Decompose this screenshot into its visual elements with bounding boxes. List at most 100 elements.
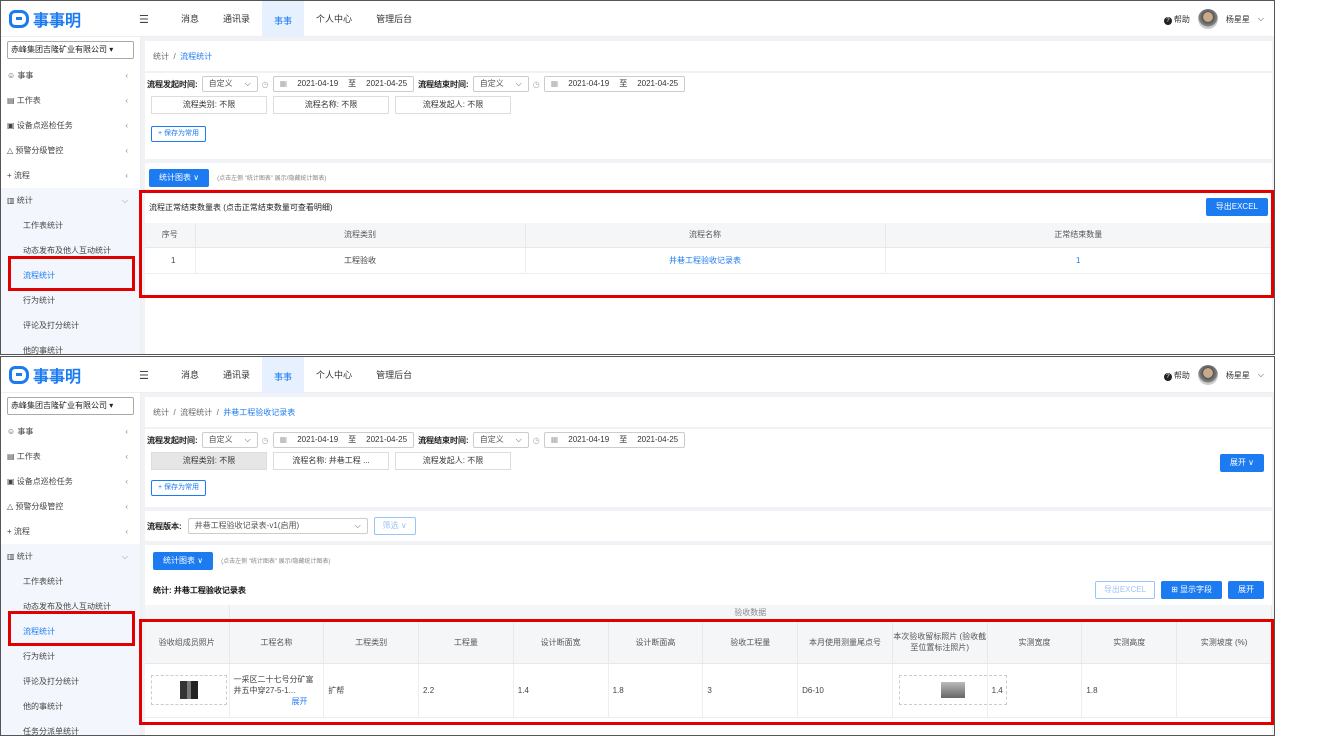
nav-admin[interactable]: 管理后台 [364, 357, 424, 393]
col-header: 实测坡度 (%) [1176, 621, 1272, 664]
cell-process-link[interactable]: 井巷工程验收记录表 [525, 247, 886, 274]
nav-personal[interactable]: 个人中心 [304, 357, 364, 393]
cell-slope [1176, 663, 1272, 718]
stats-hint: (点击左侧 "统计图表" 展示/隐藏统计图表) [221, 559, 331, 565]
cell-count-link[interactable]: 1 [885, 247, 1272, 274]
chip-process-name[interactable]: 流程名称: 井巷工程 ... [273, 452, 389, 470]
sidebar-sub-his-stats[interactable]: 他的事统计 [1, 338, 140, 354]
sidebar-item-warning[interactable]: △ 预警分级管控 ‹ [1, 494, 140, 519]
stats-chart-button[interactable]: 统计图表 ∨ [149, 169, 210, 187]
cell-project-name: 一采区二十七号分矿富井五中穿27-5-1... [233, 674, 314, 695]
logo[interactable]: 事事明 [9, 363, 81, 387]
chip-process-initiator[interactable]: 流程发起人: 不限 [395, 96, 511, 114]
nav-tasks[interactable]: 事事 [262, 1, 305, 37]
sidebar-item-inspection[interactable]: ▣ 设备点巡检任务 ‹ [1, 113, 140, 138]
breadcrumb-item[interactable]: 流程统计 [180, 408, 212, 417]
sidebar-sub-behavior-stats[interactable]: 行为统计 [1, 644, 140, 669]
help-link[interactable]: ? 帮助 [1163, 370, 1190, 381]
breadcrumb-item[interactable]: 统计 [153, 408, 169, 417]
col-header: 工程名称 [229, 621, 325, 664]
sidebar-item-worksheet[interactable]: ▤ 工作表 ‹ [1, 88, 140, 113]
export-excel-button[interactable]: 导出EXCEL [1094, 581, 1156, 599]
sidebar-sub-his-stats[interactable]: 他的事统计 [1, 694, 140, 719]
col-header: 流程名称 [525, 223, 886, 248]
chip-process-initiator[interactable]: 流程发起人: 不限 [395, 452, 511, 470]
start-date-range[interactable]: ▦ 2021-04-19 至 2021-04-25 [272, 432, 415, 448]
chevron-down-icon[interactable]: ⌵ [1258, 14, 1264, 24]
col-header: 本月使用测量尾点号 [797, 621, 893, 664]
end-date-range[interactable]: ▦ 2021-04-19 至 2021-04-25 [543, 432, 686, 448]
nav-personal[interactable]: 个人中心 [304, 1, 364, 37]
company-select[interactable]: 赤峰集团吉隆矿业有限公司 ▾ [7, 397, 134, 415]
sidebar-sub-dynamic-stats[interactable]: 动态发布及他人互动统计 [1, 238, 140, 263]
logo[interactable]: 事事明 [9, 7, 81, 31]
avatar[interactable] [1197, 365, 1218, 385]
start-date-range[interactable]: ▦ 2021-04-19 至 2021-04-25 [272, 76, 415, 92]
nav-admin[interactable]: 管理后台 [364, 1, 424, 37]
nav-messages[interactable]: 消息 [169, 1, 211, 37]
sidebar-sub-worksheet-stats[interactable]: 工作表统计 [1, 213, 140, 238]
sidebar-sub-comment-stats[interactable]: 评论及打分统计 [1, 313, 140, 338]
version-value: 井巷工程验收记录表-v1(启用) [194, 521, 300, 530]
sidebar-item-stats[interactable]: ▥ 统计 ⌵ [1, 188, 140, 213]
save-common-button[interactable]: + 保存为常用 [151, 126, 207, 142]
start-preset-select[interactable]: 自定义 ⌵ [201, 432, 258, 448]
chip-process-name[interactable]: 流程名称: 不限 [273, 96, 389, 114]
user-name[interactable]: 杨星星 [1226, 14, 1250, 25]
menu-icon[interactable]: ☰ [139, 369, 149, 382]
chevron-down-icon: ⌵ [244, 79, 251, 88]
stats-chart-button[interactable]: 统计图表 ∨ [153, 552, 214, 570]
export-excel-button[interactable]: 导出EXCEL [1205, 198, 1268, 216]
end-preset-select[interactable]: 自定义 ⌵ [472, 76, 529, 92]
chevron-down-icon: ⌵ [121, 552, 128, 561]
sidebar-sub-behavior-stats[interactable]: 行为统计 [1, 288, 140, 313]
sidebar-item-inspection[interactable]: ▣ 设备点巡检任务 ‹ [1, 469, 140, 494]
help-label: 帮助 [1173, 370, 1190, 380]
sidebar-sub-dispatch-stats[interactable]: 任务分派单统计 [1, 719, 140, 735]
stats-toolbar: 统计图表 ∨ (点击左侧 "统计图表" 展示/隐藏统计图表) [145, 163, 1272, 189]
save-common-button[interactable]: + 保存为常用 [151, 480, 207, 496]
chip-process-category[interactable]: 流程类别: 不限 [151, 452, 267, 470]
nav-tasks[interactable]: 事事 [262, 357, 305, 393]
sidebar-sub-dynamic-stats[interactable]: 动态发布及他人互动统计 [1, 594, 140, 619]
end-date-range[interactable]: ▦ 2021-04-19 至 2021-04-25 [543, 76, 686, 92]
sidebar-sub-process-stats[interactable]: 流程统计 [1, 263, 140, 288]
company-select[interactable]: 赤峰集团吉隆矿业有限公司 ▾ [7, 41, 134, 59]
bottom-window: 事事明 ☰ 消息 通讯录 事事 个人中心 管理后台 ? 帮助 杨星星 ⌵ 赤峰集团… [0, 356, 1275, 736]
nav-contacts[interactable]: 通讯录 [211, 357, 262, 393]
start-time-label: 流程发起时间: [147, 435, 198, 445]
start-preset-select[interactable]: 自定义 ⌵ [201, 76, 258, 92]
sidebar-item-stats[interactable]: ▥ 统计 ⌵ [1, 544, 140, 569]
breadcrumb-item[interactable]: 统计 [153, 52, 169, 61]
sidebar-item-worksheet[interactable]: ▤ 工作表 ‹ [1, 444, 140, 469]
sidebar-item-label: 事事 [17, 71, 34, 80]
member-photo[interactable] [151, 675, 227, 705]
chevron-down-icon[interactable]: ⌵ [1258, 370, 1264, 380]
preset-value: 自定义 [479, 435, 504, 444]
sidebar-sub-comment-stats[interactable]: 评论及打分统计 [1, 669, 140, 694]
sidebar-item-process[interactable]: + 流程 ‹ [1, 163, 140, 188]
sidebar-sub-process-stats[interactable]: 流程统计 [1, 619, 140, 644]
main-nav: 消息 通讯录 事事 个人中心 管理后台 [169, 357, 424, 393]
nav-messages[interactable]: 消息 [169, 357, 211, 393]
sidebar-item-process[interactable]: + 流程 ‹ [1, 519, 140, 544]
show-fields-button[interactable]: ⊞ 显示字段 [1161, 581, 1222, 599]
nav-contacts[interactable]: 通讯录 [211, 1, 262, 37]
avatar[interactable] [1197, 9, 1218, 29]
expand-table-button[interactable]: 展开 [1228, 581, 1264, 599]
end-preset-select[interactable]: 自定义 ⌵ [472, 432, 529, 448]
end-time-label: 流程结束时间: [418, 79, 469, 89]
chip-process-category[interactable]: 流程类别: 不限 [151, 96, 267, 114]
menu-icon[interactable]: ☰ [139, 13, 149, 26]
expand-filters-button[interactable]: 展开 ∨ [1219, 454, 1264, 472]
sidebar-item-tasks[interactable]: ☺ 事事 ‹ [1, 63, 140, 88]
sidebar-item-warning[interactable]: △ 预警分级管控 ‹ [1, 138, 140, 163]
help-link[interactable]: ? 帮助 [1163, 14, 1190, 25]
user-name[interactable]: 杨星星 [1226, 370, 1250, 381]
filter-button[interactable]: 筛选 ∨ [373, 517, 416, 535]
sidebar-sub-worksheet-stats[interactable]: 工作表统计 [1, 569, 140, 594]
version-select[interactable]: 井巷工程验收记录表-v1(启用) ⌵ [187, 518, 368, 534]
sidebar-item-tasks[interactable]: ☺ 事事 ‹ [1, 419, 140, 444]
expand-text-link[interactable]: 展开 [292, 697, 308, 706]
col-header: 本次验收留标照片 (验收截至位置标注照片) [892, 621, 988, 664]
